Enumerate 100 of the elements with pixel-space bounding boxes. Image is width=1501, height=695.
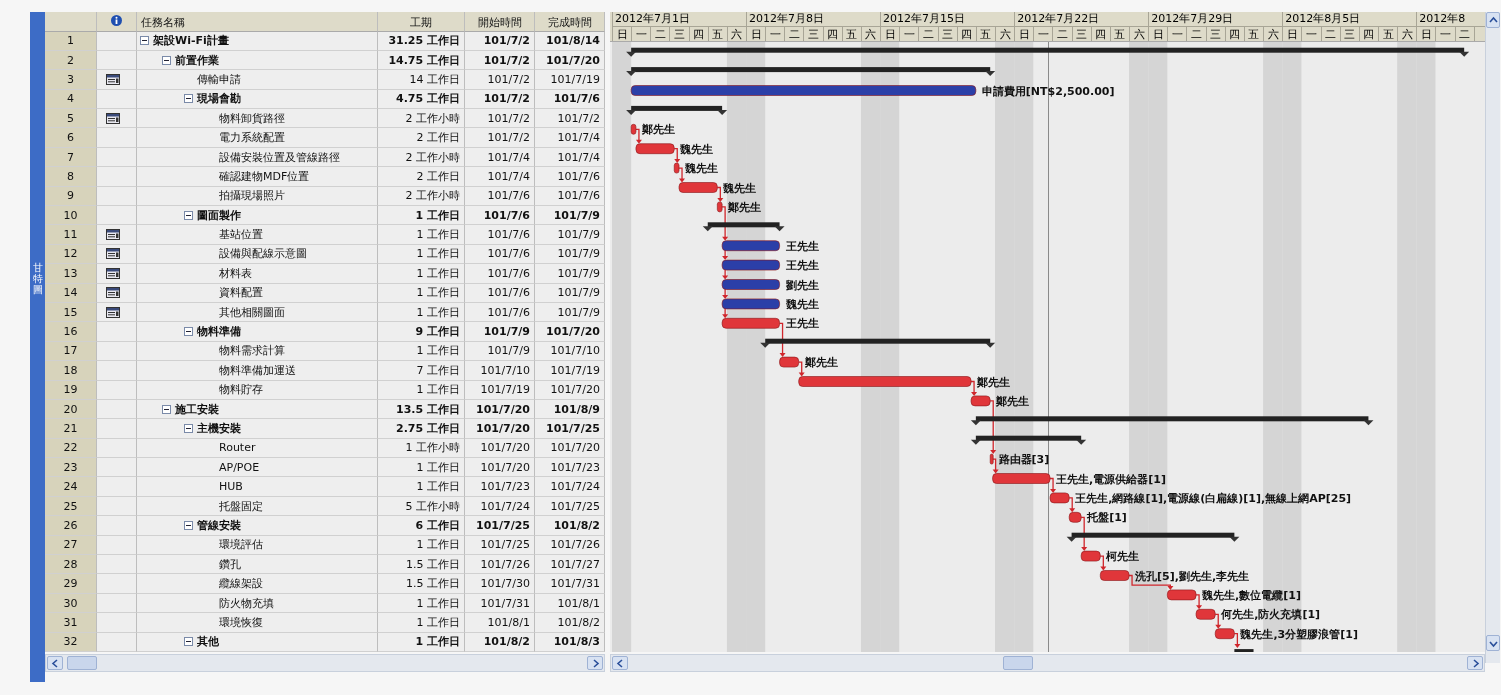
row-number: 16 [45, 322, 97, 342]
task-bar[interactable] [1068, 511, 1082, 523]
task-bar[interactable] [798, 375, 972, 387]
collapse-icon[interactable] [184, 424, 193, 433]
row-number: 30 [45, 593, 97, 614]
task-name: 圖面製作 [197, 207, 241, 223]
row-number: 7 [45, 147, 97, 168]
task-bar[interactable] [721, 259, 780, 270]
start-date-cell: 101/7/31 [480, 596, 530, 610]
resource-label: 洗孔[5],劉先生,李先生 [1135, 569, 1250, 582]
start-date-cell: 101/7/6 [487, 305, 530, 319]
finish-date-cell: 101/8/9 [553, 402, 600, 416]
task-bar[interactable] [635, 142, 675, 154]
task-bar[interactable] [721, 278, 780, 290]
summary-bar[interactable] [760, 338, 996, 348]
duration-cell: 1 工作日 [416, 459, 460, 475]
collapse-icon[interactable] [162, 404, 171, 414]
task-bar[interactable] [1100, 569, 1130, 581]
task-bar[interactable] [970, 395, 991, 406]
summary-bar[interactable] [1066, 532, 1240, 542]
resource-label: 鄭先生 [641, 122, 675, 136]
scroll-right-button[interactable] [587, 656, 603, 670]
scroll-thumb[interactable] [1003, 656, 1033, 670]
summary-bar[interactable] [1234, 648, 1254, 652]
scroll-down-button[interactable] [1486, 635, 1500, 651]
column-header[interactable]: 完成時間 [547, 15, 592, 31]
row-number: 21 [45, 419, 97, 439]
duration-cell: 1.5 工作日 [406, 576, 460, 592]
task-bar[interactable] [1167, 589, 1197, 600]
task-bar[interactable] [992, 472, 1051, 484]
summary-bar[interactable] [626, 66, 996, 76]
resource-label: 柯先生 [1106, 549, 1140, 563]
task-bar[interactable] [989, 453, 994, 464]
task-name: 現場會勘 [197, 91, 241, 107]
task-name: 材料表 [219, 265, 252, 281]
task-bar[interactable] [678, 181, 718, 193]
start-date-cell: 101/7/2 [483, 53, 530, 67]
finish-date-cell: 101/7/9 [557, 247, 600, 261]
collapse-icon[interactable] [184, 520, 193, 530]
collapse-icon[interactable] [184, 637, 193, 647]
task-bar[interactable] [630, 84, 977, 96]
task-bar[interactable] [717, 201, 723, 212]
vertical-scrollbar[interactable] [1485, 12, 1500, 663]
summary-bar[interactable] [702, 221, 785, 231]
duration-cell: 13.5 工作日 [396, 401, 460, 417]
view-tab[interactable]: 甘特圖 [30, 12, 45, 682]
finish-date-cell: 101/7/25 [550, 499, 600, 513]
row-number: 32 [45, 632, 97, 652]
start-date-cell: 101/7/2 [487, 72, 530, 86]
task-bar[interactable] [630, 123, 637, 135]
task-bar[interactable] [1195, 608, 1216, 620]
scroll-left-button[interactable] [612, 656, 628, 670]
row-number: 12 [45, 244, 97, 265]
start-date-cell: 101/7/23 [480, 480, 530, 494]
task-bar[interactable] [673, 162, 680, 173]
row-number: 3 [45, 70, 97, 90]
column-header[interactable]: 開始時間 [477, 15, 522, 31]
task-bar[interactable] [721, 239, 780, 251]
collapse-icon[interactable] [184, 94, 193, 104]
duration-cell: 1 工作日 [416, 614, 460, 630]
summary-bar[interactable] [970, 435, 1087, 445]
task-name: 前置作業 [175, 52, 219, 68]
finish-date-cell: 101/7/9 [557, 305, 600, 319]
resource-label: 魏先生 [680, 142, 714, 156]
scroll-right-button[interactable] [1467, 656, 1483, 670]
duration-cell: 14.75 工作日 [388, 52, 460, 68]
scroll-left-button[interactable] [47, 656, 63, 670]
collapse-icon[interactable] [184, 327, 193, 337]
start-date-cell: 101/7/20 [476, 422, 530, 435]
task-bar[interactable] [1214, 627, 1235, 639]
duration-cell: 7 工作日 [416, 362, 460, 378]
select-all-cell[interactable] [45, 12, 97, 32]
collapse-icon[interactable] [140, 36, 149, 46]
task-bar[interactable] [721, 317, 780, 329]
start-date-cell: 101/7/4 [487, 150, 530, 164]
horizontal-scrollbar[interactable] [45, 654, 605, 672]
task-name: 物料準備加運送 [219, 362, 296, 378]
collapse-icon[interactable] [162, 55, 171, 65]
horizontal-scrollbar[interactable] [610, 654, 1485, 672]
summary-bar[interactable] [626, 47, 1470, 57]
task-bar[interactable] [1049, 492, 1070, 503]
scroll-thumb[interactable] [67, 656, 97, 670]
summary-bar[interactable] [970, 415, 1374, 425]
collapse-icon[interactable] [184, 210, 193, 220]
duration-cell: 4.75 工作日 [396, 91, 460, 107]
resource-label: 王先生 [785, 316, 819, 330]
task-name: 確認建物MDF位置 [219, 168, 310, 184]
start-date-cell: 101/7/2 [487, 131, 530, 145]
task-bar[interactable] [779, 356, 799, 367]
start-date-cell: 101/7/6 [487, 247, 530, 261]
column-header[interactable]: 任務名稱 [141, 15, 185, 31]
start-date-cell: 101/7/20 [476, 402, 530, 416]
task-name: HUB [219, 480, 243, 494]
task-bar[interactable] [1080, 550, 1101, 561]
scroll-up-button[interactable] [1486, 12, 1500, 28]
summary-bar[interactable] [626, 105, 728, 115]
column-header[interactable]: 工期 [410, 15, 432, 31]
task-bar[interactable] [721, 298, 780, 309]
duration-cell: 1 工作日 [415, 634, 460, 650]
start-date-cell: 101/7/30 [480, 577, 530, 591]
